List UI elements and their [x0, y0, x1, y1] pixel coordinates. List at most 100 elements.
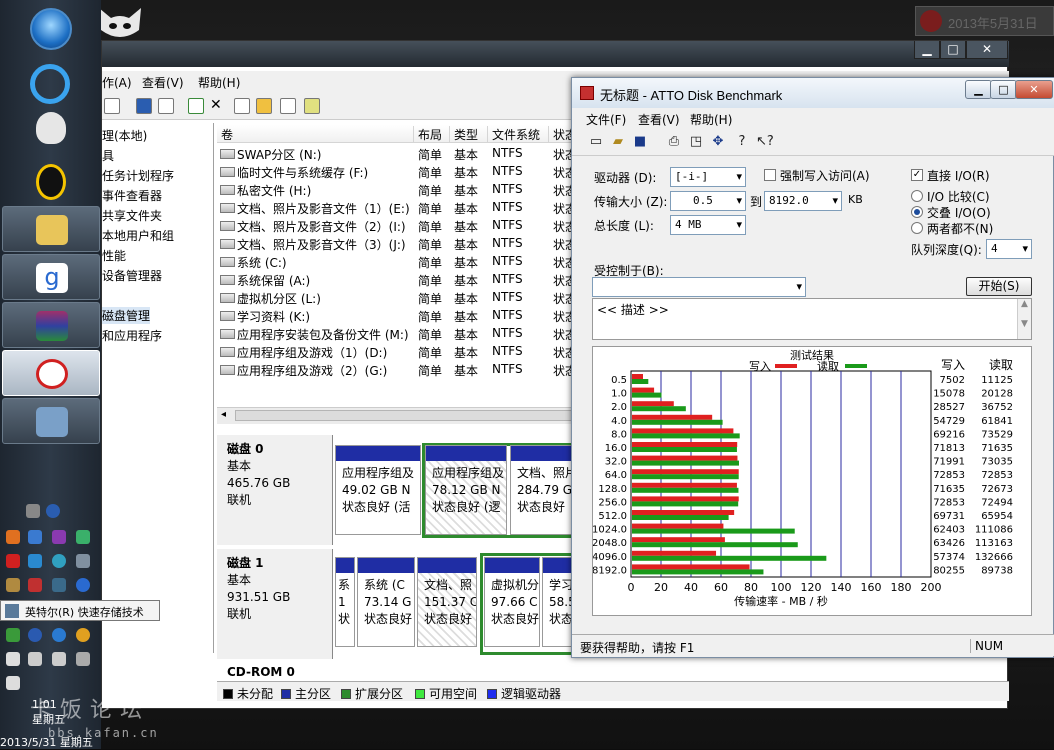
description-box[interactable]: << 描述 >> ▲ ▼: [592, 298, 1032, 340]
atto-window[interactable]: 无标题 - ATTO Disk Benchmark ▁ □ ✕ 文件(F) 查看…: [571, 77, 1054, 658]
tray-star-icon[interactable]: [76, 628, 90, 642]
tray-power-icon[interactable]: [52, 652, 66, 666]
tray-icon[interactable]: [6, 578, 20, 592]
tray-globe-icon[interactable]: [76, 578, 90, 592]
tree-item[interactable]: 事件查看器: [102, 187, 162, 204]
tray-bluetooth-icon[interactable]: [28, 628, 42, 642]
direct-io-checkbox[interactable]: ✓: [911, 169, 923, 181]
tray-network-icon[interactable]: [6, 628, 20, 642]
menu-help[interactable]: 帮助(H): [198, 74, 240, 91]
qq-icon[interactable]: [36, 164, 66, 200]
cm-tree-panel[interactable]: 理(本地) 具 任务计划程序 事件查看器 共享文件夹 本地用户和组 性能 设备管…: [102, 123, 214, 653]
context-help-icon[interactable]: ↖?: [756, 134, 774, 150]
tray-volume-icon[interactable]: [6, 676, 20, 690]
atto-menu-help[interactable]: 帮助(H): [690, 111, 732, 128]
tray-check-icon[interactable]: [28, 554, 42, 568]
open-folder-icon[interactable]: [256, 98, 272, 114]
tree-item[interactable]: 和应用程序: [102, 327, 162, 344]
disk0-partition[interactable]: 应用程序组及 49.02 GB N 状态良好 (活: [335, 445, 421, 535]
neither-radio[interactable]: [911, 222, 923, 234]
tray-icon[interactable]: [52, 578, 66, 592]
tray-icon[interactable]: [52, 628, 66, 642]
tree-item[interactable]: 本地用户和组: [102, 227, 174, 244]
disk1-partition[interactable]: 文档、照 151.37 C 状态良好: [417, 557, 477, 647]
controlled-by-select[interactable]: [592, 277, 806, 297]
tree-item[interactable]: 理(本地): [102, 127, 147, 144]
help-icon[interactable]: [136, 98, 152, 114]
clock[interactable]: 1:01 星期五: [32, 698, 65, 727]
cdrom-label[interactable]: CD-ROM 0: [227, 665, 295, 679]
move-icon[interactable]: ✥: [710, 134, 726, 150]
start-button[interactable]: 开始(S): [966, 277, 1032, 296]
tray-icon[interactable]: [76, 530, 90, 544]
taskbar-computer-mgmt-button[interactable]: [2, 398, 100, 444]
queue-depth-select[interactable]: 4: [986, 239, 1032, 259]
total-length-select[interactable]: 4 MB: [670, 215, 746, 235]
print-preview-icon[interactable]: ◳: [688, 134, 704, 150]
tray-icon[interactable]: [28, 578, 42, 592]
tree-item[interactable]: 共享文件夹: [102, 207, 162, 224]
open-folder-icon[interactable]: ▰: [610, 134, 626, 150]
disk0-label[interactable]: 磁盘 0 基本 465.76 GB 联机: [217, 435, 333, 545]
close-button[interactable]: ✕: [966, 41, 1008, 59]
atto-maximize-button[interactable]: □: [990, 80, 1017, 99]
search-icon[interactable]: [280, 98, 296, 114]
col-type[interactable]: 类型: [450, 126, 488, 143]
drive-select[interactable]: [-i-]: [670, 167, 746, 187]
taskbar-atto-button[interactable]: [2, 350, 100, 396]
save-icon[interactable]: ■: [632, 134, 648, 150]
col-layout[interactable]: 布局: [414, 126, 450, 143]
show-tree-icon[interactable]: [104, 98, 120, 114]
tray-help-icon[interactable]: [46, 504, 60, 518]
alien-app-icon[interactable]: [36, 112, 66, 144]
force-write-checkbox[interactable]: [764, 169, 776, 181]
tree-item[interactable]: 具: [102, 147, 114, 164]
tray-icon[interactable]: [6, 530, 20, 544]
col-volume[interactable]: 卷: [217, 126, 414, 143]
print-icon[interactable]: ⎙: [666, 134, 682, 150]
tray-icon[interactable]: [52, 554, 66, 568]
taskbar-explorer-button[interactable]: [2, 206, 100, 252]
atto-menu-file[interactable]: 文件(F): [586, 111, 626, 128]
tray-icon[interactable]: [52, 530, 66, 544]
tray-shield-icon[interactable]: [6, 554, 20, 568]
taskbar-browser-button[interactable]: g: [2, 254, 100, 300]
col-filesystem[interactable]: 文件系统: [488, 126, 549, 143]
tree-item[interactable]: 设备管理器: [102, 267, 162, 284]
tree-item[interactable]: 性能: [102, 247, 126, 264]
menu-view[interactable]: 查看(V): [142, 74, 184, 91]
minimize-button[interactable]: ▁: [914, 41, 940, 59]
io-compare-radio[interactable]: [911, 190, 923, 202]
overlapped-io-radio[interactable]: [911, 206, 923, 218]
atto-minimize-button[interactable]: ▁: [965, 80, 992, 99]
tray-user-icon[interactable]: [76, 554, 90, 568]
tray-icon[interactable]: [28, 530, 42, 544]
disk1-partition[interactable]: 系统 (C 73.14 G 状态良好: [357, 557, 415, 647]
export-icon[interactable]: [304, 98, 320, 114]
delete-icon[interactable]: ✕: [210, 98, 226, 114]
maximize-button[interactable]: □: [940, 41, 966, 59]
tray-icon[interactable]: [26, 504, 40, 518]
disk0-partition[interactable]: 应用程序组及 78.12 GB N 状态良好 (逻: [425, 445, 507, 535]
tree-item[interactable]: 任务计划程序: [102, 167, 174, 184]
disk1-partition[interactable]: 系 1 状: [335, 557, 355, 647]
refresh-icon[interactable]: [188, 98, 204, 114]
cm-titlebar[interactable]: ▁ □ ✕: [102, 41, 1009, 67]
taskbar-winrar-button[interactable]: [2, 302, 100, 348]
tree-item-disk-management[interactable]: 磁盘管理: [102, 307, 151, 324]
internet-explorer-icon[interactable]: [30, 64, 70, 104]
menu-action[interactable]: 作(A): [102, 74, 132, 91]
atto-close-button[interactable]: ✕: [1015, 80, 1053, 99]
transfer-to-select[interactable]: 8192.0: [764, 191, 842, 211]
tray-flag-icon[interactable]: [28, 652, 42, 666]
disk1-partition[interactable]: 虚拟机分 97.66 C 状态良好: [484, 557, 540, 647]
new-file-icon[interactable]: ▭: [588, 134, 604, 150]
properties-icon[interactable]: [158, 98, 174, 114]
disk1-label[interactable]: 磁盘 1 基本 931.51 GB 联机: [217, 549, 333, 659]
start-button[interactable]: [30, 8, 72, 50]
description-scrollbar[interactable]: ▲ ▼: [1017, 299, 1031, 339]
transfer-from-select[interactable]: 0.5: [670, 191, 746, 211]
scroll-left-icon[interactable]: ◂: [221, 409, 226, 420]
atto-menu-view[interactable]: 查看(V): [638, 111, 680, 128]
check-icon[interactable]: [234, 98, 250, 114]
